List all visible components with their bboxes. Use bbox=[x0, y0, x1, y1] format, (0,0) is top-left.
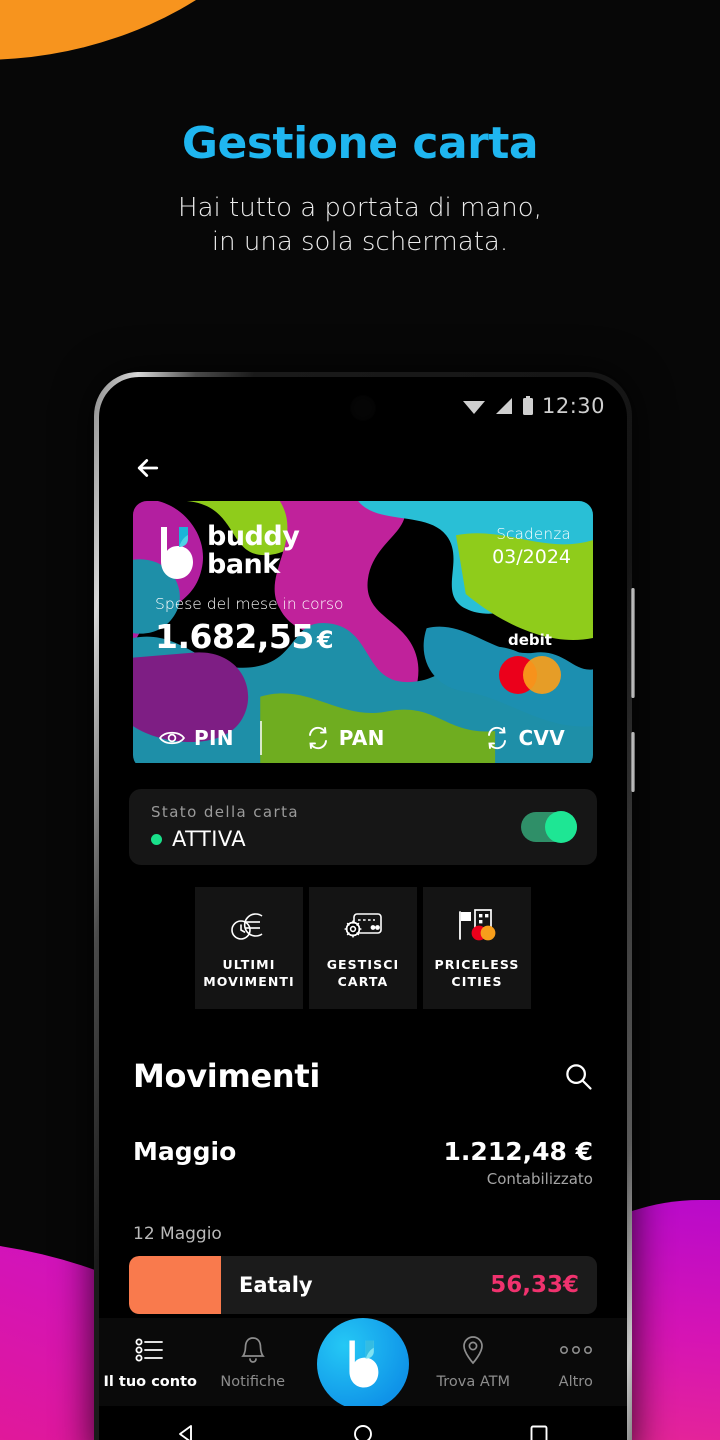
wifi-icon bbox=[462, 401, 485, 414]
tile-label-line-1: GESTISCI bbox=[326, 957, 400, 973]
nav-label-trova-atm: Trova ATM bbox=[436, 1373, 510, 1390]
volume-button[interactable] bbox=[631, 588, 635, 698]
spend-label: Spese del mese in corso bbox=[155, 595, 344, 613]
movements-month-total-block: 1.212,48 € Contabilizzato bbox=[444, 1137, 593, 1188]
transaction-amount: 56,33€ bbox=[490, 1272, 579, 1298]
front-camera bbox=[350, 395, 376, 421]
movements-month-row: Maggio 1.212,48 € Contabilizzato bbox=[99, 1095, 627, 1188]
card-status-value-row: ATTIVA bbox=[151, 827, 299, 851]
square-recents-icon[interactable] bbox=[527, 1422, 551, 1440]
status-clock: 12:30 bbox=[541, 394, 605, 418]
tile-label-line-2: CARTA bbox=[337, 974, 389, 989]
tile-gestisci-carta-label: GESTISCI CARTA bbox=[327, 957, 400, 991]
movements-header: Movimenti bbox=[99, 1009, 627, 1095]
circle-home-icon[interactable] bbox=[351, 1422, 375, 1440]
page-subtitle: Hai tutto a portata di mano, in una sola… bbox=[0, 191, 720, 260]
nav-item-altro[interactable]: Altro bbox=[525, 1335, 628, 1390]
card-status-panel[interactable]: Stato della carta ATTIVA bbox=[129, 789, 597, 865]
brand-line-1: buddy bbox=[207, 521, 300, 552]
nav-label-notifiche: Notifiche bbox=[220, 1373, 286, 1390]
list-icon bbox=[135, 1335, 165, 1365]
tile-label-line-2: MOVIMENTI bbox=[203, 974, 295, 989]
payment-card[interactable]: buddy bank Scadenza 03/2024 Spese del me… bbox=[133, 501, 593, 769]
card-status-label: Stato della carta bbox=[151, 803, 299, 821]
phone-mockup: 12:30 buddy bank Scadenza 03/2024 Spese … bbox=[94, 372, 635, 1440]
pin-location-icon bbox=[461, 1335, 485, 1365]
card-action-pan-label: PAN bbox=[338, 726, 385, 750]
card-network-block: debit bbox=[489, 631, 571, 694]
status-badge: ATTIVA bbox=[172, 827, 247, 851]
tile-ultimi-movimenti[interactable]: ULTIMI MOVIMENTI bbox=[195, 887, 303, 1009]
expiry-label: Scadenza bbox=[496, 525, 571, 543]
nav-label-altro: Altro bbox=[558, 1373, 593, 1390]
card-section: buddy bank Scadenza 03/2024 Spese del me… bbox=[99, 501, 627, 769]
card-actions: PIN PAN CVV bbox=[133, 707, 593, 769]
search-icon[interactable] bbox=[563, 1061, 593, 1091]
movements-day-label: 12 Maggio bbox=[133, 1224, 222, 1244]
nav-item-notifiche[interactable]: Notifiche bbox=[202, 1335, 305, 1390]
spend-currency: € bbox=[316, 626, 334, 654]
subtitle-line-2: in una sola schermata. bbox=[211, 227, 509, 258]
back-arrow-icon[interactable] bbox=[133, 453, 163, 483]
card-action-pin[interactable]: PIN bbox=[159, 726, 234, 750]
card-action-pin-label: PIN bbox=[194, 726, 234, 750]
card-action-cvv-label: CVV bbox=[518, 726, 565, 750]
bell-icon bbox=[240, 1335, 266, 1365]
more-dots-icon bbox=[559, 1335, 593, 1365]
quick-actions: ULTIMI MOVIMENTI GESTISCI CARTA PRICELES… bbox=[99, 887, 627, 1009]
card-expiry: Scadenza 03/2024 bbox=[492, 525, 571, 568]
card-status-toggle[interactable] bbox=[521, 811, 577, 843]
promo-header: Gestione carta Hai tutto a portata di ma… bbox=[0, 118, 720, 260]
page-title: Gestione carta bbox=[181, 118, 539, 169]
card-settings-icon bbox=[343, 905, 383, 945]
bottom-navigation: Il tuo conto Notifiche Trova ATM Altro bbox=[99, 1318, 628, 1410]
card-action-cvv[interactable]: CVV bbox=[485, 726, 565, 750]
signal-icon bbox=[495, 398, 512, 414]
debit-label: debit bbox=[508, 631, 552, 649]
euro-clock-icon bbox=[229, 905, 269, 945]
movements-title: Movimenti bbox=[133, 1057, 321, 1095]
status-bar: 12:30 bbox=[99, 377, 627, 435]
movements-month-amount: 1.212,48 € bbox=[443, 1137, 593, 1166]
nav-item-trova-atm[interactable]: Trova ATM bbox=[422, 1335, 525, 1390]
tile-priceless-cities[interactable]: PRICELESS CITIES bbox=[423, 887, 531, 1009]
refresh-icon bbox=[308, 726, 327, 750]
transaction-merchant: Eataly bbox=[239, 1273, 313, 1297]
triangle-back-icon[interactable] bbox=[175, 1422, 199, 1440]
tile-gestisci-carta[interactable]: GESTISCI CARTA bbox=[309, 887, 417, 1009]
tile-label-line-1: PRICELESS bbox=[434, 957, 520, 973]
card-action-pan[interactable]: PAN bbox=[306, 726, 385, 750]
phone-screen: 12:30 buddy bank Scadenza 03/2024 Spese … bbox=[99, 377, 627, 1440]
movements-month: Maggio bbox=[133, 1137, 237, 1166]
orange-blob bbox=[0, 0, 340, 60]
nav-item-il-tuo-conto[interactable]: Il tuo conto bbox=[99, 1335, 202, 1390]
movements-month-status: Contabilizzato bbox=[486, 1170, 593, 1188]
brand-line-2: bank bbox=[207, 548, 280, 580]
buddy-b-logo bbox=[344, 1338, 382, 1390]
buddy-b-logo bbox=[155, 525, 197, 581]
city-mastercard-icon bbox=[457, 905, 497, 945]
refresh-icon bbox=[488, 726, 507, 750]
spend-amount: 1.682,55 bbox=[155, 617, 314, 656]
tile-ultimi-movimenti-label: ULTIMI MOVIMENTI bbox=[203, 957, 295, 991]
card-status-text-block: Stato della carta ATTIVA bbox=[151, 803, 299, 851]
tile-label-line-1: ULTIMI bbox=[222, 957, 276, 973]
card-brand-name: buddy bank bbox=[207, 521, 300, 580]
battery-icon bbox=[522, 396, 533, 415]
app-bar bbox=[99, 435, 627, 501]
nav-label-il-tuo-conto: Il tuo conto bbox=[103, 1373, 197, 1390]
expiry-value: 03/2024 bbox=[492, 546, 571, 568]
buddy-fab-button[interactable] bbox=[317, 1318, 409, 1410]
tile-label-line-2: CITIES bbox=[451, 974, 503, 989]
status-dot-icon bbox=[151, 833, 162, 845]
android-system-nav bbox=[99, 1406, 627, 1440]
eye-icon bbox=[159, 731, 185, 745]
transaction-row[interactable]: Eataly 56,33€ bbox=[129, 1256, 597, 1314]
action-divider-1 bbox=[259, 721, 262, 755]
subtitle-line-1: Hai tutto a portata di mano, bbox=[178, 193, 542, 223]
transaction-category-bar bbox=[129, 1256, 221, 1314]
mastercard-icon bbox=[499, 656, 561, 694]
power-button[interactable] bbox=[631, 732, 635, 792]
tile-priceless-cities-label: PRICELESS CITIES bbox=[435, 957, 520, 991]
